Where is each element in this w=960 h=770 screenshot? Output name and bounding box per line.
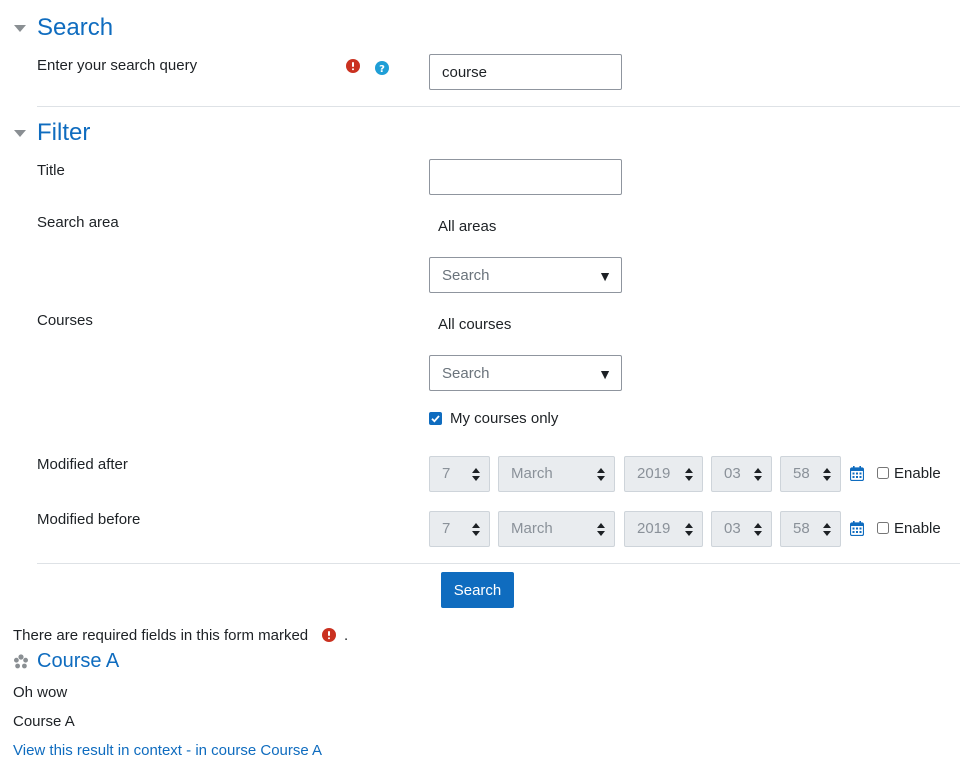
- filter-section-title[interactable]: Filter: [37, 119, 90, 147]
- section-divider: [37, 106, 960, 107]
- search-query-input[interactable]: [429, 54, 622, 90]
- exclamation-circle-icon: [322, 628, 336, 642]
- minute-value: 58: [793, 465, 810, 482]
- view-in-context-link[interactable]: View this result in context: [13, 742, 182, 759]
- updown-icon: [754, 468, 762, 481]
- modified-after-label: Modified after: [37, 456, 128, 473]
- in-course-link[interactable]: in course Course A: [195, 742, 322, 759]
- modified-before-enable-label[interactable]: Enable: [894, 519, 941, 539]
- updown-icon: [597, 468, 605, 481]
- month-value: March: [511, 465, 553, 482]
- modified-before-minute-select[interactable]: 58: [780, 511, 841, 547]
- day-value: 7: [442, 465, 451, 482]
- search-area-select[interactable]: Search ▼: [429, 257, 622, 293]
- exclamation-circle-icon: [346, 59, 360, 73]
- result-course-name: Course A: [13, 713, 75, 730]
- courses-select[interactable]: Search ▼: [429, 355, 622, 391]
- required-note-suffix: .: [344, 627, 349, 644]
- search-query-label: Enter your search query: [37, 57, 198, 74]
- modified-before-month-select[interactable]: March: [498, 511, 615, 547]
- my-courses-only-label[interactable]: My courses only: [450, 409, 558, 429]
- search-area-placeholder: Search: [442, 267, 490, 284]
- modified-after-minute-select[interactable]: 58: [780, 456, 841, 492]
- modified-after-enable-label[interactable]: Enable: [894, 464, 941, 484]
- form-divider: [37, 563, 960, 564]
- required-note: There are required fields in this form m…: [13, 626, 308, 646]
- modified-after-enable-checkbox[interactable]: [877, 467, 889, 479]
- question-circle-icon[interactable]: ?: [375, 61, 389, 75]
- calendar-icon[interactable]: [850, 521, 864, 536]
- courses-selection: All courses: [438, 316, 512, 333]
- search-section-title[interactable]: Search: [37, 14, 113, 42]
- search-area-selection: All areas: [438, 218, 497, 235]
- modified-after-day-select[interactable]: 7: [429, 456, 490, 492]
- hour-value: 03: [724, 465, 741, 482]
- modified-after-year-select[interactable]: 2019: [624, 456, 703, 492]
- minute-value: 58: [793, 520, 810, 537]
- courses-label: Courses: [37, 312, 93, 329]
- search-area-label: Search area: [37, 214, 119, 231]
- dropdown-arrow-icon: ▼: [598, 268, 612, 284]
- updown-icon: [823, 523, 831, 536]
- result-link-separator: -: [186, 742, 192, 759]
- updown-icon: [754, 523, 762, 536]
- my-courses-only-checkbox[interactable]: [429, 412, 442, 425]
- calendar-icon[interactable]: [850, 466, 864, 481]
- modified-after-date: 7 March 2019 03 58 Enable: [429, 456, 949, 492]
- day-value: 7: [442, 520, 451, 537]
- updown-icon: [472, 523, 480, 536]
- svg-text:?: ?: [379, 64, 385, 75]
- modified-after-month-select[interactable]: March: [498, 456, 615, 492]
- hour-value: 03: [724, 520, 741, 537]
- modified-before-date: 7 March 2019 03 58 Enable: [429, 511, 949, 547]
- title-input[interactable]: [429, 159, 622, 195]
- required-note-text: There are required fields in this form m…: [13, 627, 309, 644]
- updown-icon: [685, 523, 693, 536]
- modified-before-hour-select[interactable]: 03: [711, 511, 772, 547]
- title-label: Title: [37, 162, 65, 179]
- search-section-collapse-icon[interactable]: [14, 25, 26, 32]
- search-submit-button[interactable]: Search: [441, 572, 514, 608]
- month-value: March: [511, 520, 553, 537]
- dropdown-arrow-icon: ▼: [598, 366, 612, 382]
- modified-before-label: Modified before: [37, 511, 141, 528]
- result-links: View this result in context - in course …: [13, 741, 322, 761]
- filter-section-collapse-icon[interactable]: [14, 130, 26, 137]
- year-value: 2019: [637, 520, 671, 537]
- updown-icon: [823, 468, 831, 481]
- updown-icon: [685, 468, 693, 481]
- modified-before-year-select[interactable]: 2019: [624, 511, 703, 547]
- courses-placeholder: Search: [442, 365, 490, 382]
- year-value: 2019: [637, 465, 671, 482]
- course-icon: [14, 654, 28, 669]
- modified-before-enable-checkbox[interactable]: [877, 522, 889, 534]
- updown-icon: [472, 468, 480, 481]
- result-content: Oh wow: [13, 684, 68, 701]
- updown-icon: [597, 523, 605, 536]
- modified-before-day-select[interactable]: 7: [429, 511, 490, 547]
- result-title-link[interactable]: Course A: [37, 648, 119, 674]
- modified-after-hour-select[interactable]: 03: [711, 456, 772, 492]
